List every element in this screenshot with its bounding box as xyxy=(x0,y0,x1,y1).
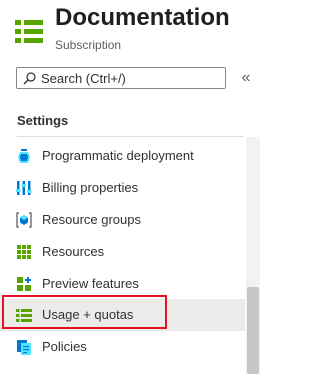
usage-quotas-icon xyxy=(16,309,32,322)
menu-item-preview-features[interactable]: Preview features xyxy=(0,268,245,300)
section-divider xyxy=(17,136,244,137)
programmatic-deployment-icon xyxy=(18,149,30,163)
section-title-settings: Settings xyxy=(17,113,69,128)
usage-quotas-icon xyxy=(15,20,43,43)
search-icon xyxy=(23,72,36,85)
scrollbar-thumb[interactable] xyxy=(247,287,259,374)
menu-item-resources[interactable]: Resources xyxy=(0,236,245,268)
menu-item-label: Resources xyxy=(42,244,105,259)
menu-item-programmatic-deployment[interactable]: Programmatic deployment xyxy=(0,140,245,172)
menu-item-label: Policies xyxy=(42,339,87,354)
menu-item-policies[interactable]: Policies xyxy=(0,331,245,363)
menu-item-label: Usage + quotas xyxy=(42,307,134,322)
menu-item-billing-properties[interactable]: Billing properties xyxy=(0,172,245,204)
menu-item-label: Billing properties xyxy=(42,180,139,195)
collapse-menu-button[interactable]: « xyxy=(238,68,254,88)
search-box[interactable] xyxy=(16,67,226,89)
menu-item-label: Resource groups xyxy=(42,212,141,227)
menu-item-label: Preview features xyxy=(42,276,139,291)
billing-properties-icon xyxy=(16,181,32,195)
menu-item-usage-quotas[interactable]: Usage + quotas xyxy=(0,299,245,331)
resources-icon xyxy=(17,245,31,259)
search-input[interactable] xyxy=(41,69,221,87)
preview-features-icon xyxy=(17,277,31,291)
policies-icon xyxy=(17,340,31,355)
blade-header: Documentation Subscription xyxy=(0,0,273,62)
page-title: Documentation xyxy=(55,4,230,31)
resource-groups-icon xyxy=(16,212,32,228)
menu-item-label: Programmatic deployment xyxy=(42,148,194,163)
page-subtitle: Subscription xyxy=(55,38,122,52)
menu-item-resource-groups[interactable]: Resource groups xyxy=(0,204,245,236)
